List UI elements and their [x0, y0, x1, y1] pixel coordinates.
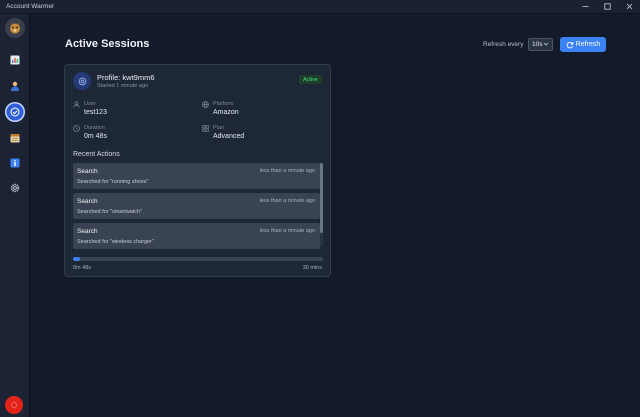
- progress-elapsed: 0m 48s: [73, 265, 92, 271]
- sidebar-item-info[interactable]: [5, 153, 25, 173]
- progress-total: 30 mins: [302, 265, 322, 271]
- scrollbar-thumb[interactable]: [320, 163, 323, 233]
- gear-icon: [10, 183, 20, 193]
- calendar-icon: [10, 134, 20, 143]
- refresh-button-label: Refresh: [575, 41, 601, 48]
- clock-icon: [73, 125, 80, 132]
- sessions-icon: [10, 107, 20, 117]
- minimize-icon: [582, 6, 588, 7]
- list-item: Search less than a minute ago Searched f…: [73, 223, 320, 249]
- list-item: Search less than a minute ago Searched f…: [73, 163, 320, 189]
- session-progress-bar: [73, 257, 323, 261]
- session-progress-fill: [73, 257, 80, 261]
- sidebar-item-settings[interactable]: [5, 178, 25, 198]
- status-badge: Active: [299, 75, 322, 84]
- user-value: test123: [84, 109, 107, 116]
- action-desc: Searched for "smartwatch": [77, 209, 143, 215]
- page-title: Active Sessions: [65, 38, 150, 50]
- sidebar-item-analytics[interactable]: [5, 50, 25, 70]
- actions-scrollbar[interactable]: [320, 163, 323, 247]
- duration-value: 0m 48s: [84, 133, 107, 140]
- user-label: User: [84, 101, 96, 107]
- plan-value: Advanced: [213, 133, 245, 140]
- refresh-icon: [566, 41, 573, 48]
- action-time: less than a minute ago: [259, 198, 315, 204]
- platform-label: Platform: [213, 101, 234, 107]
- profile-name: Profile: kwt9mm6: [97, 73, 155, 82]
- app-logo: [5, 18, 25, 38]
- action-desc: Searched for "running shoes": [77, 179, 149, 185]
- maximize-button[interactable]: [596, 0, 618, 14]
- maximize-icon: [603, 3, 611, 10]
- record-icon: [11, 402, 17, 408]
- action-desc: Searched for "wireless charger": [77, 239, 154, 245]
- user-avatar[interactable]: [5, 396, 23, 414]
- sessions-icon: [78, 77, 86, 85]
- close-icon: [626, 3, 632, 10]
- action-time: less than a minute ago: [259, 168, 315, 174]
- refresh-interval-select[interactable]: 10s: [528, 38, 553, 51]
- user-icon: [11, 81, 19, 91]
- refresh-button[interactable]: Refresh: [560, 37, 606, 52]
- session-card: Profile: kwt9mm6 Started 1 minute ago Ac…: [64, 64, 331, 277]
- sidebar-item-users[interactable]: [5, 76, 25, 96]
- recent-actions-title: Recent Actions: [73, 151, 120, 158]
- sidebar-item-schedule[interactable]: [5, 128, 25, 148]
- minimize-button[interactable]: [574, 0, 596, 14]
- profile-started: Started 1 minute ago: [97, 83, 149, 89]
- globe-icon: [202, 101, 209, 108]
- grid-icon: [202, 125, 209, 132]
- action-title: Search: [77, 198, 98, 205]
- action-title: Search: [77, 168, 98, 175]
- dog-logo-icon: [10, 22, 20, 34]
- chevron-down-icon: [543, 42, 549, 46]
- info-icon: [10, 158, 20, 168]
- refresh-label: Refresh every: [483, 41, 524, 48]
- duration-label: Duration: [84, 125, 105, 131]
- recent-actions-list[interactable]: Search less than a minute ago Searched f…: [73, 163, 323, 249]
- refresh-interval-value: 10s: [532, 41, 543, 48]
- chart-icon: [10, 55, 20, 65]
- sidebar-item-sessions[interactable]: [5, 102, 25, 122]
- action-title: Search: [77, 228, 98, 235]
- action-time: less than a minute ago: [259, 228, 315, 234]
- list-item: Search less than a minute ago Searched f…: [73, 193, 320, 219]
- user-outline-icon: [73, 101, 80, 108]
- sidebar: [0, 14, 30, 417]
- platform-value: Amazon: [213, 109, 239, 116]
- plan-label: Plan: [213, 125, 225, 131]
- profile-avatar: [73, 72, 91, 90]
- window-title: Account Warmer: [6, 3, 55, 10]
- title-bar: Account Warmer: [0, 0, 640, 14]
- close-button[interactable]: [618, 0, 640, 14]
